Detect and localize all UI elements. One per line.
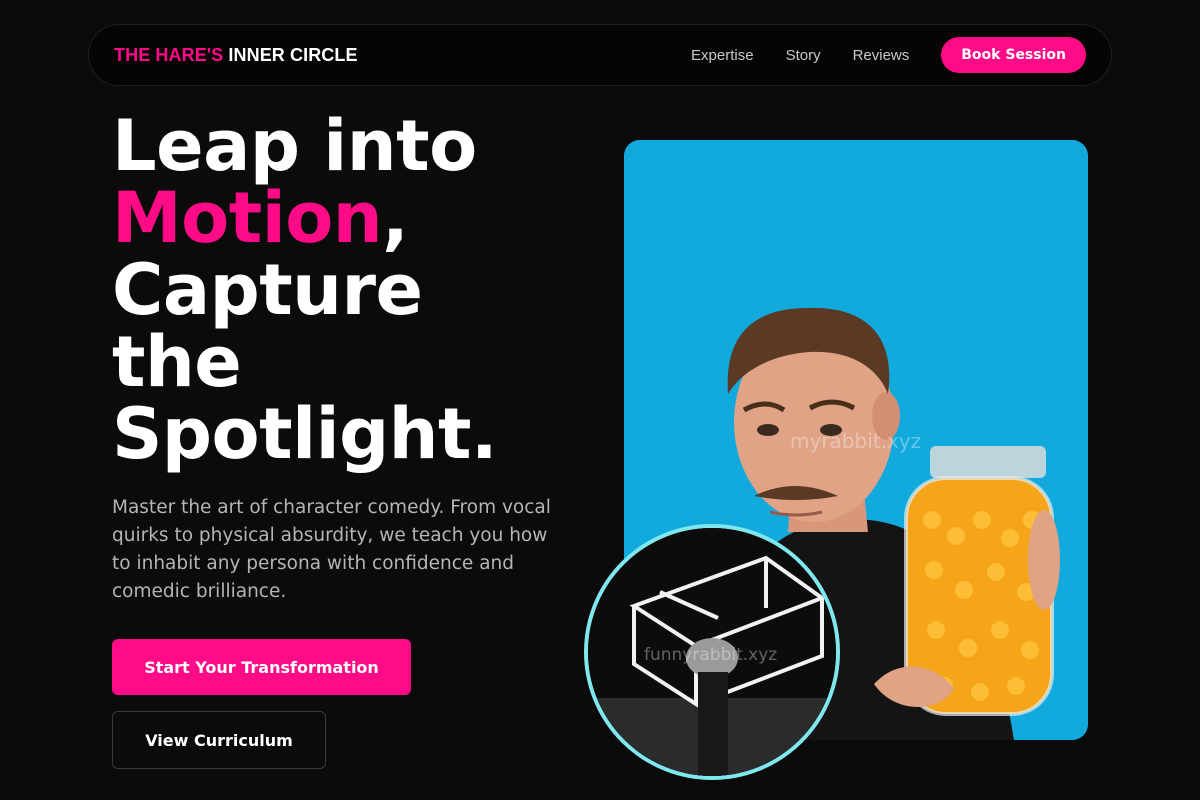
- main-photo-watermark: myrabbit.xyz: [790, 429, 921, 453]
- brand-accent-text: THE HARE'S: [114, 44, 224, 65]
- brand-rest-text: INNER CIRCLE: [228, 44, 358, 65]
- nav-link-expertise[interactable]: Expertise: [691, 47, 754, 64]
- book-session-button[interactable]: Book Session: [941, 37, 1086, 73]
- view-curriculum-button[interactable]: View Curriculum: [112, 711, 326, 769]
- microphone-photo: funnyrabbit.xyz: [584, 524, 840, 780]
- nav-links: Expertise Story Reviews Book Session: [691, 37, 1086, 73]
- start-transformation-button[interactable]: Start Your Transformation: [112, 639, 411, 695]
- headline-line-1: Leap into: [112, 105, 477, 187]
- headline-line-4: the: [112, 321, 242, 403]
- hero-headline: Leap into Motion, Capture the Spotlight.: [112, 110, 592, 470]
- nav-link-story[interactable]: Story: [786, 47, 821, 64]
- brand-logo[interactable]: THE HARE'S INNER CIRCLE: [114, 45, 358, 66]
- top-navbar: THE HARE'S INNER CIRCLE Expertise Story …: [88, 24, 1112, 86]
- headline-highlight: Motion: [112, 177, 383, 259]
- headline-line-3: Capture: [112, 249, 423, 331]
- microphone-illustration: funnyrabbit.xyz: [588, 528, 836, 776]
- headline-line-5: Spotlight.: [112, 393, 498, 475]
- headline-comma: ,: [382, 177, 409, 259]
- nav-link-reviews[interactable]: Reviews: [853, 47, 910, 64]
- circle-photo-watermark: funnyrabbit.xyz: [644, 645, 777, 665]
- hero-lead-text: Master the art of character comedy. From…: [112, 497, 551, 602]
